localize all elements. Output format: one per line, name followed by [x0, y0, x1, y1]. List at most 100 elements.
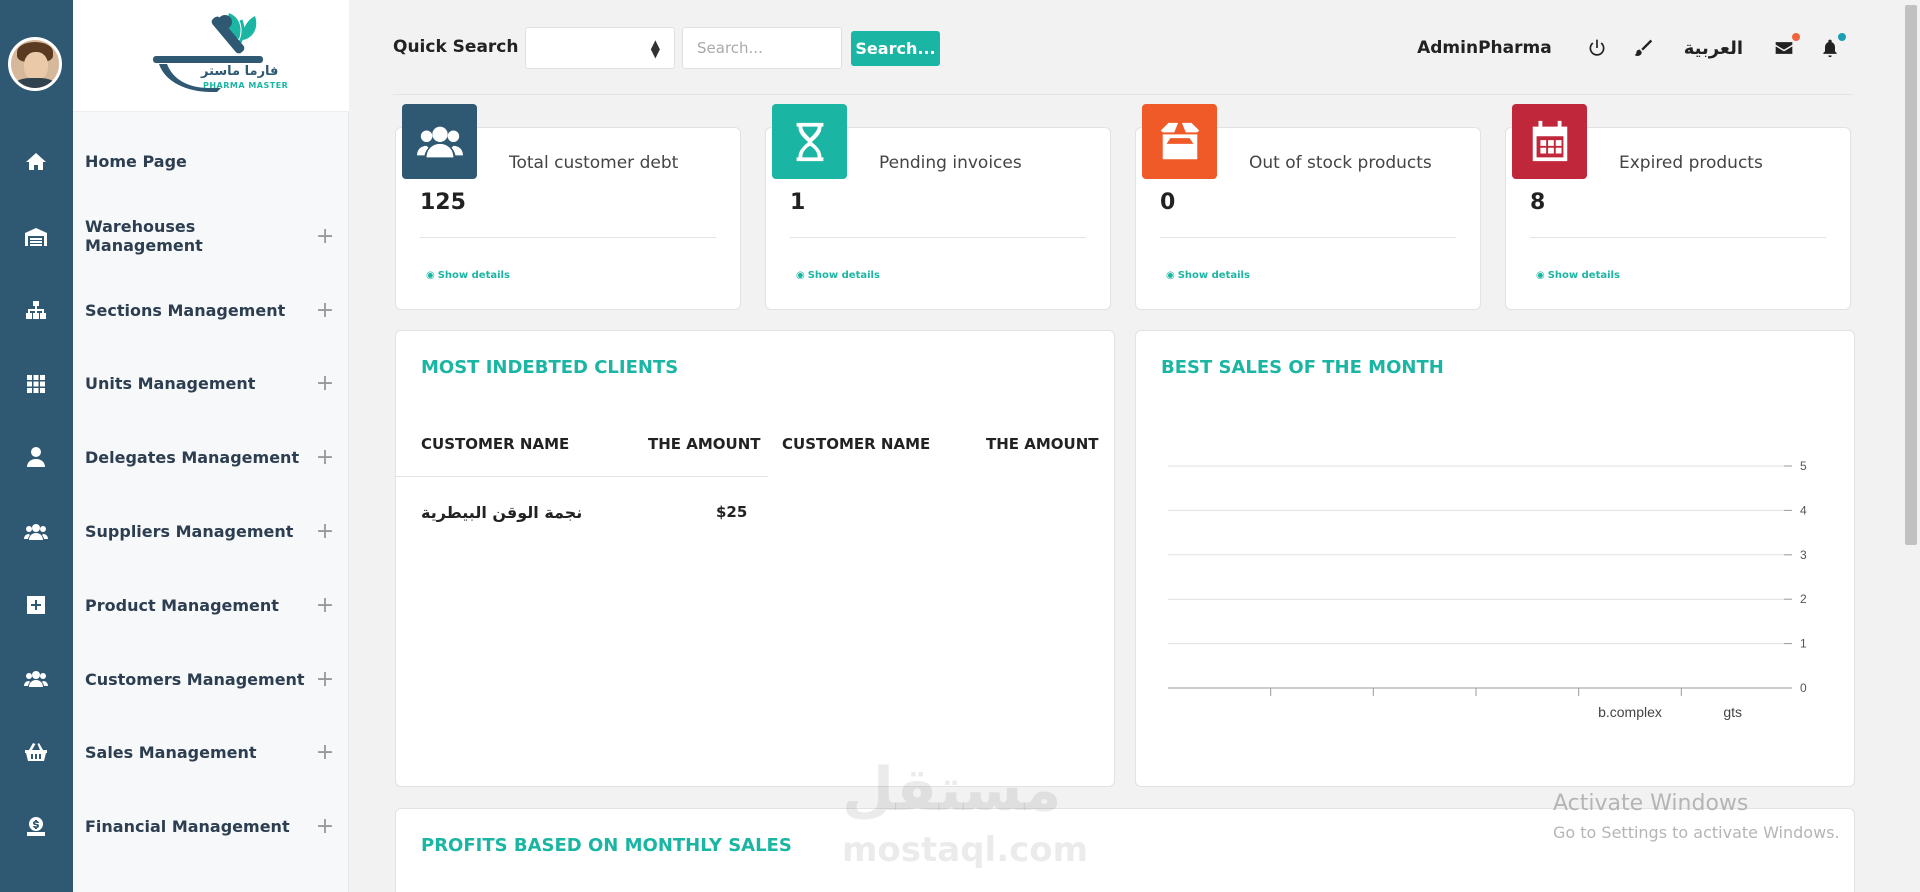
users-icon[interactable] [22, 665, 50, 693]
expand-icon[interactable]: + [315, 298, 335, 323]
warehouse-icon[interactable] [22, 223, 50, 251]
expand-icon[interactable]: + [315, 445, 335, 470]
sidebar-item-warehouses[interactable]: Warehouses Management + [85, 217, 335, 255]
calendar-icon [1532, 120, 1567, 161]
customer-amount: $25 [716, 503, 748, 521]
profits-panel: PROFITS BASED ON MONTHLY SALES [395, 808, 1855, 892]
logo[interactable]: فارما ماستر PHARMA MASTER [73, 0, 349, 112]
users-icon [416, 126, 463, 157]
best-sales-panel: BEST SALES OF THE MONTH 0 1 2 3 4 5 b.complex g… [1135, 330, 1855, 787]
grid-icon[interactable] [22, 370, 50, 398]
icon-rail [0, 0, 73, 892]
search-button[interactable]: Search... [851, 31, 940, 66]
chart-y-tick-label: 4 [1800, 503, 1807, 517]
sidebar-item-label: Warehouses Management [85, 217, 203, 255]
eye-icon: ◉ [1166, 270, 1175, 281]
sidebar-item-sections[interactable]: Sections Management + [85, 295, 335, 325]
stat-badge [1142, 104, 1217, 179]
show-details-link[interactable]: ◉ Show details [1536, 270, 1620, 281]
show-details-link[interactable]: ◉ Show details [426, 270, 510, 281]
sidebar-item-customers[interactable]: Customers Management + [85, 664, 335, 694]
stat-value: 8 [1530, 190, 1546, 215]
show-details-link[interactable]: ◉ Show details [1166, 270, 1250, 281]
sidebar-item-delegates[interactable]: Delegates Management + [85, 442, 335, 472]
users-icon[interactable] [22, 518, 50, 546]
scrollbar[interactable] [1905, 5, 1917, 545]
sidebar-item-suppliers[interactable]: Suppliers Management + [85, 516, 335, 546]
chart-y-tick-label: 5 [1800, 459, 1807, 473]
user-tie-icon[interactable] [22, 443, 50, 471]
stat-card-out-of-stock: Out of stock products 0 ◉ Show details [1135, 104, 1481, 310]
stat-title: Total customer debt [509, 153, 679, 173]
stat-card-expired-products: Expired products 8 ◉ Show details [1505, 104, 1851, 310]
sidebar-item-label: Customers Management [85, 669, 305, 689]
table-header: CUSTOMER NAME [782, 435, 931, 453]
table-header: THE AMOUNT [986, 435, 1099, 453]
expand-icon[interactable]: + [315, 667, 335, 692]
expand-icon[interactable]: + [315, 740, 335, 765]
stat-title: Pending invoices [879, 153, 1022, 173]
plus-square-icon[interactable] [22, 591, 50, 619]
sidebar-item-home[interactable]: Home Page [85, 146, 335, 176]
sidebar-item-sales[interactable]: Sales Management + [85, 737, 335, 767]
brand-name-arabic: فارما ماستر [201, 64, 279, 79]
eye-icon: ◉ [796, 270, 805, 281]
sidebar-item-label: Financial Management [85, 816, 290, 836]
expand-icon[interactable]: + [315, 224, 335, 249]
table-header: CUSTOMER NAME [421, 435, 570, 453]
mail-icon[interactable] [1773, 33, 1800, 59]
watermark-url: mostaql.com [842, 830, 1089, 870]
avatar[interactable] [8, 37, 62, 91]
stat-badge [402, 104, 477, 179]
sidebar-item-label: Product Management [85, 595, 279, 615]
chart-y-tick-label: 2 [1800, 592, 1807, 606]
username[interactable]: AdminPharma [1417, 38, 1552, 58]
expand-icon[interactable]: + [315, 593, 335, 618]
best-sales-chart: 0 1 2 3 4 5 b.complex gts [1168, 459, 1807, 720]
indebted-clients-panel: MOST INDEBTED CLIENTS CUSTOMER NAME THE … [395, 330, 1115, 787]
chart-y-tick-label: 3 [1800, 548, 1807, 562]
basket-icon[interactable] [22, 738, 50, 766]
panel-title: MOST INDEBTED CLIENTS [421, 357, 679, 378]
search-input[interactable] [682, 27, 842, 69]
stat-title: Expired products [1619, 153, 1763, 173]
show-details-link[interactable]: ◉ Show details [796, 270, 880, 281]
sidebar-menu: فارما ماستر PHARMA MASTER Home Page Ware… [73, 0, 349, 892]
power-icon[interactable] [1586, 37, 1608, 59]
bell-icon[interactable] [1819, 33, 1846, 59]
language-switch[interactable]: العربية [1684, 38, 1743, 59]
table-divider [396, 476, 768, 477]
home-icon[interactable] [22, 148, 50, 176]
chart-x-tick-label: b.complex [1598, 704, 1662, 720]
brand-name-english: PHARMA MASTER [203, 81, 289, 90]
sidebar-item-units[interactable]: Units Management + [85, 368, 335, 398]
expand-icon[interactable]: + [315, 371, 335, 396]
sidebar-item-products[interactable]: Product Management + [85, 590, 335, 620]
sidebar-item-label: Delegates Management [85, 447, 300, 467]
sort-caret-icon: ▲ ▼ [650, 37, 660, 60]
chart-y-tick-label: 0 [1800, 681, 1807, 695]
table-header: THE AMOUNT [648, 435, 761, 453]
expand-icon[interactable]: + [315, 519, 335, 544]
money-bag-icon[interactable] [22, 812, 50, 840]
box-icon [1160, 122, 1199, 159]
topbar-actions: AdminPharma العربية [1417, 24, 1853, 72]
sidebar-item-label: Sections Management [85, 300, 286, 320]
sitemap-icon[interactable] [22, 297, 50, 325]
sidebar-item-financial[interactable]: Financial Management + [85, 811, 335, 841]
stat-badge [772, 104, 847, 179]
stat-title: Out of stock products [1249, 153, 1432, 173]
sidebar-item-label: Home Page [85, 151, 187, 171]
customer-name: نجمة الوقن البيطرية [421, 503, 583, 522]
stat-value: 125 [420, 190, 466, 215]
stat-value: 0 [1160, 190, 1176, 215]
paint-brush-icon[interactable] [1632, 37, 1654, 59]
expand-icon[interactable]: + [315, 814, 335, 839]
topbar-divider [393, 94, 1853, 95]
activate-windows-title: Activate Windows [1553, 791, 1749, 816]
chart-x-tick-label: gts [1723, 704, 1742, 720]
stat-card-customer-debt: Total customer debt 125 ◉ Show details [395, 104, 741, 310]
stat-badge [1512, 104, 1587, 179]
quick-search-select[interactable]: ▲ ▼ [525, 27, 675, 69]
stat-card-pending-invoices: Pending invoices 1 ◉ Show details [765, 104, 1111, 310]
